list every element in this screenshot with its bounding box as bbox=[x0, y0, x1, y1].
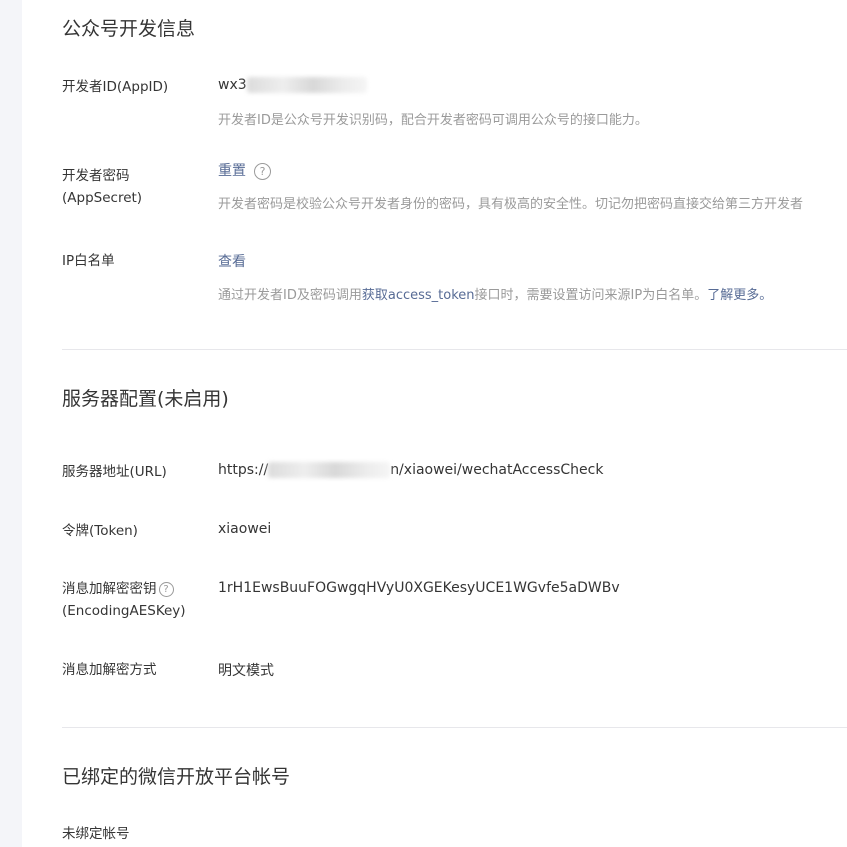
appsecret-actions: 重置? bbox=[218, 160, 271, 180]
appid-redacted-mask bbox=[246, 77, 367, 93]
question-circle-icon[interactable]: ? bbox=[254, 162, 271, 180]
question-circle-icon[interactable]: ? bbox=[158, 581, 174, 597]
appsecret-description: 开发者密码是校验公众号开发者身份的密码，具有极高的安全性。切记勿把密码直接交给第… bbox=[218, 197, 804, 212]
encrypt-mode-label: 消息加解密方式 bbox=[62, 662, 157, 678]
appid-label: 开发者ID(AppID) bbox=[62, 79, 169, 95]
section-title-open-platform: 已绑定的微信开放平台帐号 bbox=[62, 766, 291, 788]
appsecret-label-line2: (AppSecret) bbox=[62, 190, 143, 206]
reset-secret-link[interactable]: 重置 bbox=[218, 163, 246, 179]
server-url-prefix: https:// bbox=[218, 462, 269, 478]
server-url-label: 服务器地址(URL) bbox=[62, 464, 167, 480]
aeskey-value: 1rH1EwsBuuFOGwgqHVyU0XGEKesyUCE1WGvfe5aD… bbox=[218, 580, 620, 596]
appid-value-prefix: wx3 bbox=[218, 77, 247, 93]
section-divider bbox=[62, 727, 847, 728]
encrypt-mode-value: 明文模式 bbox=[218, 663, 274, 679]
appid-value: wx3 bbox=[218, 77, 367, 93]
aeskey-label-line2: (EncodingAESKey) bbox=[62, 603, 186, 619]
server-url-suffix: n/xiaowei/wechatAccessCheck bbox=[390, 462, 604, 478]
open-platform-status-label: 未绑定帐号 bbox=[62, 826, 130, 842]
appid-description: 开发者ID是公众号开发识别码，配合开发者密码可调用公众号的接口能力。 bbox=[218, 113, 648, 128]
ip-whitelist-view-link: 查看 bbox=[218, 251, 246, 271]
ip-whitelist-description: 通过开发者ID及密码调用获取access_token接口时，需要设置访问来源IP… bbox=[218, 284, 772, 303]
view-ip-whitelist-link[interactable]: 查看 bbox=[218, 254, 246, 270]
aeskey-label: 消息加解密密钥? (EncodingAESKey) bbox=[62, 578, 186, 622]
aeskey-label-text: 消息加解密密钥 bbox=[62, 581, 157, 597]
ip-desc-text-after: 接口时，需要设置访问来源IP为白名单。 bbox=[474, 288, 708, 303]
appsecret-label-line1: 开发者密码 bbox=[62, 168, 130, 184]
appsecret-label: 开发者密码 (AppSecret) bbox=[62, 165, 142, 209]
section-title-server-config: 服务器配置(未启用) bbox=[62, 388, 229, 410]
token-value: xiaowei bbox=[218, 521, 272, 537]
access-token-link[interactable]: 获取access_token bbox=[362, 288, 475, 303]
ip-whitelist-label: IP白名单 bbox=[62, 253, 115, 269]
developer-settings-panel: 公众号开发信息 开发者ID(AppID) wx3 开发者ID是公众号开发识别码，… bbox=[62, 0, 847, 847]
token-label: 令牌(Token) bbox=[62, 523, 138, 539]
learn-more-link[interactable]: 了解更多 bbox=[707, 288, 759, 303]
ip-desc-text-before: 通过开发者ID及密码调用 bbox=[218, 288, 362, 303]
section-title-dev-info: 公众号开发信息 bbox=[62, 18, 196, 40]
server-url-value: https:// n/xiaowei/wechatAccessCheck bbox=[218, 462, 603, 478]
section-divider bbox=[62, 349, 847, 350]
server-url-redacted-mask bbox=[268, 462, 391, 478]
aeskey-label-line1: 消息加解密密钥? bbox=[62, 578, 186, 600]
left-sidebar-strip bbox=[0, 0, 22, 847]
learn-more-period: 。 bbox=[759, 288, 773, 303]
